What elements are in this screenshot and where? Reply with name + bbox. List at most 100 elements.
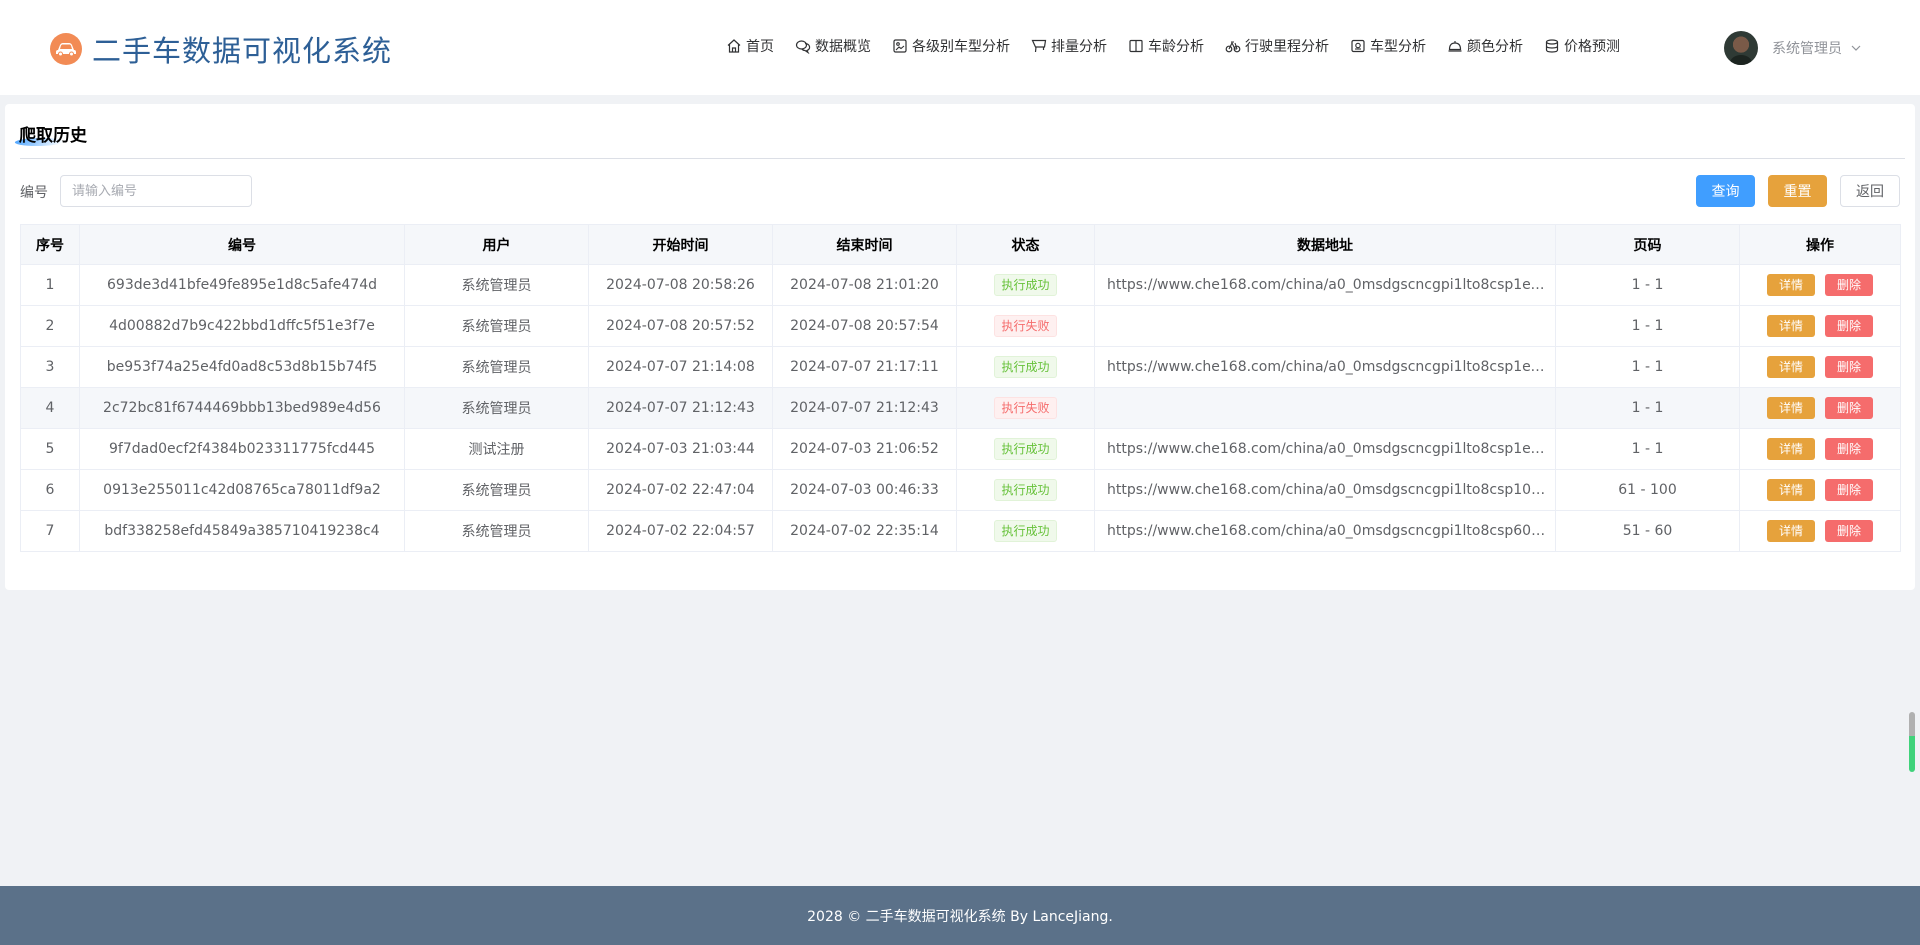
nav-item-car-age[interactable]: 车龄分析 — [1128, 36, 1204, 56]
row-pages: 1 - 1 — [1555, 305, 1740, 347]
nav-item-label: 车龄分析 — [1148, 39, 1204, 55]
row-user: 系统管理员 — [404, 305, 589, 347]
row-user: 系统管理员 — [404, 469, 589, 511]
row-data-url — [1094, 387, 1556, 429]
column-header: 页码 — [1555, 224, 1740, 265]
row-id: bdf338258efd45849a385710419238c4 — [79, 510, 405, 552]
row-end-time: 2024-07-08 20:57:54 — [772, 305, 957, 347]
table-row[interactable]: 2 4d00882d7b9c422bbd1dffc5f51e3f7e 系统管理员… — [20, 305, 1901, 347]
column-header: 开始时间 — [588, 224, 773, 265]
user-menu[interactable]: 系统管理员 — [1724, 31, 1862, 65]
nav-item-label: 首页 — [746, 39, 774, 55]
status-badge: 执行成功 — [994, 520, 1057, 542]
chat-bubbles-icon — [795, 40, 811, 54]
nav-item-label: 行驶里程分析 — [1245, 39, 1329, 55]
row-index: 4 — [20, 387, 80, 429]
car-logo-icon — [50, 33, 82, 65]
row-user: 系统管理员 — [404, 510, 589, 552]
nav-item-price-predict[interactable]: 价格预测 — [1544, 36, 1620, 56]
row-pages: 61 - 100 — [1555, 469, 1740, 511]
nav-item-color[interactable]: 颜色分析 — [1447, 36, 1523, 56]
home-icon — [727, 39, 741, 53]
coins-icon — [1545, 39, 1559, 53]
row-user: 测试注册 — [404, 428, 589, 470]
detail-button[interactable]: 详情 — [1767, 274, 1815, 296]
nav-item-home[interactable]: 首页 — [726, 36, 774, 56]
row-start-time: 2024-07-07 21:12:43 — [588, 387, 773, 429]
row-start-time: 2024-07-08 20:57:52 — [588, 305, 773, 347]
delete-button[interactable]: 删除 — [1825, 479, 1873, 501]
row-data-url: https://www.che168.com/china/a0_0msdgscn… — [1094, 346, 1556, 388]
nav-item-model[interactable]: 车型分析 — [1350, 36, 1426, 56]
delete-button[interactable]: 删除 — [1825, 520, 1873, 542]
row-start-time: 2024-07-03 21:03:44 — [588, 428, 773, 470]
query-button[interactable]: 查询 — [1696, 175, 1755, 207]
nav-item-displacement[interactable]: 排量分析 — [1031, 36, 1107, 56]
avatar[interactable] — [1724, 31, 1758, 65]
delete-button[interactable]: 删除 — [1825, 356, 1873, 378]
row-user: 系统管理员 — [404, 264, 589, 306]
table-header-row: 序号 编号 用户 开始时间 结束时间 状态 数据地址 页码 操作 — [20, 224, 1901, 265]
nav-item-label: 价格预测 — [1564, 39, 1620, 55]
table-row[interactable]: 6 0913e255011c42d08765ca78011df9a2 系统管理员… — [20, 469, 1901, 511]
detail-button[interactable]: 详情 — [1767, 438, 1815, 460]
row-index: 1 — [20, 264, 80, 306]
nav-item-overview[interactable]: 数据概览 — [795, 36, 871, 56]
bicycle-icon — [1225, 41, 1241, 53]
row-end-time: 2024-07-03 00:46:33 — [772, 469, 957, 511]
row-index: 3 — [20, 346, 80, 388]
reset-button[interactable]: 重置 — [1768, 175, 1827, 207]
table-row[interactable]: 1 693de3d41bfe49fe895e1d8c5afe474d 系统管理员… — [20, 264, 1901, 306]
row-pages: 1 - 1 — [1555, 346, 1740, 388]
row-id: 693de3d41bfe49fe895e1d8c5afe474d — [79, 264, 405, 306]
scroll-indicator[interactable] — [1909, 712, 1915, 772]
detail-button[interactable]: 详情 — [1767, 397, 1815, 419]
app-title: 二手车数据可视化系统 — [92, 34, 393, 68]
row-id: be953f74a25e4fd0ad8c53d8b15b74f5 — [79, 346, 405, 388]
column-header: 用户 — [404, 224, 589, 265]
delete-button[interactable]: 删除 — [1825, 397, 1873, 419]
delete-button[interactable]: 删除 — [1825, 315, 1873, 337]
status-badge: 执行失败 — [994, 315, 1057, 337]
delete-button[interactable]: 删除 — [1825, 274, 1873, 296]
table-row[interactable]: 3 be953f74a25e4fd0ad8c53d8b15b74f5 系统管理员… — [20, 346, 1901, 388]
id-search-input[interactable] — [60, 175, 252, 207]
row-end-time: 2024-07-07 21:12:43 — [772, 387, 957, 429]
main-nav: 首页 数据概览 各级别车型分析 排量分析 车龄分析 行驶里程分析 车型分析 颜色… — [726, 36, 1641, 56]
column-header: 操作 — [1739, 224, 1901, 265]
detail-button[interactable]: 详情 — [1767, 520, 1815, 542]
row-id: 2c72bc81f6744469bbb13bed989e4d56 — [79, 387, 405, 429]
column-header: 数据地址 — [1094, 224, 1556, 265]
row-index: 7 — [20, 510, 80, 552]
row-start-time: 2024-07-02 22:04:57 — [588, 510, 773, 552]
camera-card-icon — [1351, 39, 1365, 53]
top-header: 二手车数据可视化系统 首页 数据概览 各级别车型分析 排量分析 车龄分析 行驶里… — [0, 0, 1920, 95]
book-icon — [1129, 39, 1143, 53]
page-title: 爬取历史 — [19, 126, 87, 146]
detail-button[interactable]: 详情 — [1767, 315, 1815, 337]
brand[interactable]: 二手车数据可视化系统 — [50, 28, 392, 70]
table-row-hovered[interactable]: 4 2c72bc81f6744469bbb13bed989e4d56 系统管理员… — [20, 387, 1901, 429]
row-end-time: 2024-07-08 21:01:20 — [772, 264, 957, 306]
picture-icon — [893, 39, 907, 53]
column-header: 状态 — [956, 224, 1095, 265]
crawl-history-table: 序号 编号 用户 开始时间 结束时间 状态 数据地址 页码 操作 1 693de… — [20, 224, 1901, 552]
row-id: 0913e255011c42d08765ca78011df9a2 — [79, 469, 405, 511]
back-button[interactable]: 返回 — [1840, 175, 1900, 207]
table-row[interactable]: 7 bdf338258efd45849a385710419238c4 系统管理员… — [20, 510, 1901, 552]
delete-button[interactable]: 删除 — [1825, 438, 1873, 460]
cloche-icon — [1448, 41, 1462, 52]
row-start-time: 2024-07-08 20:58:26 — [588, 264, 773, 306]
chevron-down-icon[interactable] — [1850, 42, 1862, 54]
detail-button[interactable]: 详情 — [1767, 479, 1815, 501]
row-data-url: https://www.che168.com/china/a0_0msdgscn… — [1094, 510, 1556, 552]
row-pages: 51 - 60 — [1555, 510, 1740, 552]
row-start-time: 2024-07-02 22:47:04 — [588, 469, 773, 511]
nav-item-mileage[interactable]: 行驶里程分析 — [1225, 36, 1329, 56]
column-header: 编号 — [79, 224, 405, 265]
detail-button[interactable]: 详情 — [1767, 356, 1815, 378]
row-user: 系统管理员 — [404, 346, 589, 388]
table-row[interactable]: 5 9f7dad0ecf2f4384b023311775fcd445 测试注册 … — [20, 428, 1901, 470]
status-badge: 执行成功 — [994, 274, 1057, 296]
nav-item-level-analysis[interactable]: 各级别车型分析 — [892, 36, 1010, 56]
